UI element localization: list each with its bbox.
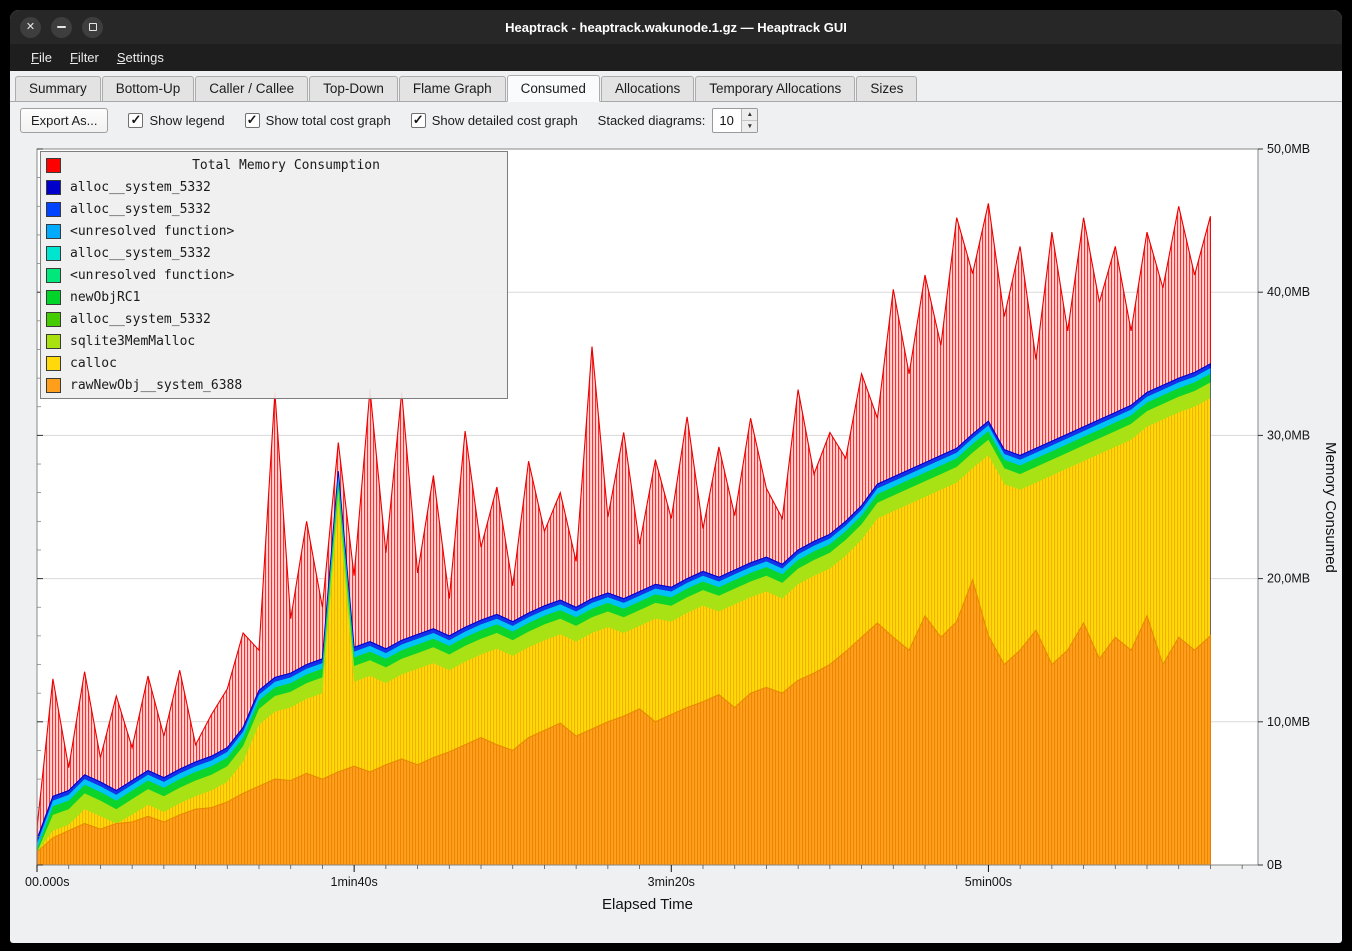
spinbox-buttons bbox=[741, 109, 757, 132]
menubar: File Filter Settings bbox=[10, 44, 1342, 71]
checkbox-checked-icon bbox=[128, 113, 143, 128]
x-tick-label: 00.000s bbox=[25, 875, 69, 889]
tab-bottom-up[interactable]: Bottom-Up bbox=[102, 76, 195, 102]
minimize-icon bbox=[57, 26, 66, 28]
legend-label: alloc__system_5332 bbox=[70, 180, 211, 195]
checkbox-label: Show total cost graph bbox=[266, 113, 391, 128]
spin-up-icon[interactable] bbox=[742, 109, 757, 121]
legend-label: rawNewObj__system_6388 bbox=[70, 378, 242, 393]
export-as-button[interactable]: Export As... bbox=[20, 108, 108, 133]
maximize-icon bbox=[89, 23, 97, 31]
tab-summary[interactable]: Summary bbox=[15, 76, 101, 102]
y-tick-label: 0B bbox=[1267, 858, 1282, 872]
legend-label: newObjRC1 bbox=[70, 290, 140, 305]
tab-sizes[interactable]: Sizes bbox=[856, 76, 917, 102]
heaptrack-window: ✕ Heaptrack - heaptrack.wakunode.1.gz — … bbox=[10, 10, 1342, 943]
legend-swatch-icon bbox=[46, 246, 61, 261]
y-tick-label: 40,0MB bbox=[1267, 285, 1310, 299]
menu-filter[interactable]: Filter bbox=[61, 46, 108, 69]
close-icon: ✕ bbox=[26, 22, 35, 33]
menu-file[interactable]: File bbox=[22, 46, 61, 69]
legend-swatch-icon bbox=[46, 334, 61, 349]
legend-swatch-icon bbox=[46, 158, 61, 173]
spinbox-value: 10 bbox=[713, 109, 741, 132]
legend-item: rawNewObj__system_6388 bbox=[46, 374, 502, 396]
y-tick-label: 10,0MB bbox=[1267, 715, 1310, 729]
legend-item: <unresolved function> bbox=[46, 264, 502, 286]
tab-bar: Summary Bottom-Up Caller / Callee Top-Do… bbox=[10, 71, 1342, 102]
stacked-diagrams-label: Stacked diagrams: bbox=[598, 113, 706, 128]
x-tick-label: 5min00s bbox=[965, 875, 1012, 889]
legend-label: calloc bbox=[70, 356, 117, 371]
maximize-button[interactable] bbox=[82, 17, 103, 38]
checkbox-checked-icon bbox=[411, 113, 426, 128]
checkbox-label: Show detailed cost graph bbox=[432, 113, 578, 128]
tab-flame-graph[interactable]: Flame Graph bbox=[399, 76, 506, 102]
tab-caller-callee[interactable]: Caller / Callee bbox=[195, 76, 308, 102]
window-controls: ✕ bbox=[20, 10, 113, 44]
spin-down-icon[interactable] bbox=[742, 121, 757, 132]
chart-area: 00.000s 1min40s 3min20s 5min00s 0B 10,0MB 20,0… bbox=[10, 139, 1342, 943]
legend-label: <unresolved function> bbox=[70, 268, 234, 283]
legend-label: Total Memory Consumption bbox=[70, 158, 502, 173]
legend-swatch-icon bbox=[46, 378, 61, 393]
checkbox-checked-icon bbox=[245, 113, 260, 128]
toolbar: Export As... Show legend Show total cost… bbox=[10, 102, 1342, 139]
legend-label: alloc__system_5332 bbox=[70, 246, 211, 261]
legend-item: sqlite3MemMalloc bbox=[46, 330, 502, 352]
minimize-button[interactable] bbox=[51, 17, 72, 38]
y-tick-label: 50,0MB bbox=[1267, 142, 1310, 156]
legend-swatch-icon bbox=[46, 268, 61, 283]
legend-item: alloc__system_5332 bbox=[46, 242, 502, 264]
checkbox-show-legend[interactable]: Show legend bbox=[128, 113, 224, 128]
chart-legend: Total Memory Consumption alloc__system_53… bbox=[40, 151, 508, 399]
legend-swatch-icon bbox=[46, 356, 61, 371]
legend-swatch-icon bbox=[46, 312, 61, 327]
window-title: Heaptrack - heaptrack.wakunode.1.gz — He… bbox=[10, 20, 1342, 35]
legend-item: newObjRC1 bbox=[46, 286, 502, 308]
legend-item: alloc__system_5332 bbox=[46, 198, 502, 220]
checkbox-show-detailed-cost-graph[interactable]: Show detailed cost graph bbox=[411, 113, 578, 128]
x-tick-label: 1min40s bbox=[331, 875, 378, 889]
legend-item: calloc bbox=[46, 352, 502, 374]
checkbox-show-total-cost-graph[interactable]: Show total cost graph bbox=[245, 113, 391, 128]
tab-top-down[interactable]: Top-Down bbox=[309, 76, 398, 102]
tab-allocations[interactable]: Allocations bbox=[601, 76, 694, 102]
legend-item: alloc__system_5332 bbox=[46, 308, 502, 330]
legend-label: <unresolved function> bbox=[70, 224, 234, 239]
stacked-diagrams-group: Stacked diagrams: 10 bbox=[598, 108, 759, 133]
y-tick-label: 20,0MB bbox=[1267, 572, 1310, 586]
legend-item: <unresolved function> bbox=[46, 220, 502, 242]
tab-consumed[interactable]: Consumed bbox=[507, 75, 600, 102]
close-button[interactable]: ✕ bbox=[20, 17, 41, 38]
checkbox-label: Show legend bbox=[149, 113, 224, 128]
y-tick-label: 30,0MB bbox=[1267, 428, 1310, 442]
x-axis-title: Elapsed Time bbox=[37, 896, 1258, 913]
titlebar[interactable]: ✕ Heaptrack - heaptrack.wakunode.1.gz — … bbox=[10, 10, 1342, 44]
x-tick-label: 3min20s bbox=[648, 875, 695, 889]
menu-settings[interactable]: Settings bbox=[108, 46, 173, 69]
legend-item: alloc__system_5332 bbox=[46, 176, 502, 198]
legend-swatch-icon bbox=[46, 224, 61, 239]
stacked-diagrams-spinbox[interactable]: 10 bbox=[712, 108, 758, 133]
tab-temporary-allocations[interactable]: Temporary Allocations bbox=[695, 76, 855, 102]
legend-swatch-icon bbox=[46, 202, 61, 217]
legend-label: alloc__system_5332 bbox=[70, 202, 211, 217]
legend-label: sqlite3MemMalloc bbox=[70, 334, 195, 349]
y-axis-title: Memory Consumed bbox=[1322, 149, 1339, 865]
legend-title-row: Total Memory Consumption bbox=[46, 154, 502, 176]
legend-swatch-icon bbox=[46, 290, 61, 305]
legend-swatch-icon bbox=[46, 180, 61, 195]
legend-label: alloc__system_5332 bbox=[70, 312, 211, 327]
